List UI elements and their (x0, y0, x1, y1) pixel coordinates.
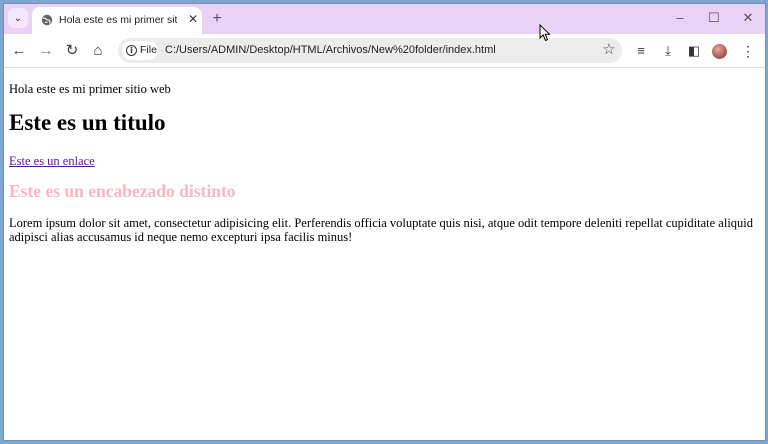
profile-avatar[interactable] (712, 44, 727, 59)
info-icon: i (126, 45, 137, 56)
page-heading: Este es un titulo (9, 110, 166, 135)
tab-search-chevron-icon[interactable]: ⌄ (8, 8, 28, 28)
page-content: Hola este es mi primer sitio web Este es… (4, 68, 765, 440)
back-button[interactable]: ← (10, 42, 28, 60)
media-controls-icon[interactable]: ≡ (632, 42, 650, 60)
browser-window: ⌄ Hola este es mi primer sitio web ✕ + –… (4, 4, 765, 440)
site-chip-label: File (140, 44, 157, 56)
maximize-button[interactable]: ☐ (706, 10, 722, 26)
pink-heading: Este es un encabezado distinto (9, 181, 236, 201)
reload-button[interactable]: ↻ (63, 42, 81, 60)
bookmark-star-icon[interactable]: ☆ (600, 41, 618, 59)
content-link[interactable]: Este es un enlace (9, 154, 95, 169)
close-window-button[interactable]: ✕ (740, 10, 756, 26)
new-tab-button[interactable]: + (209, 11, 225, 27)
menu-dots-icon[interactable]: ⋮ (739, 42, 757, 60)
mouse-cursor-icon (539, 24, 551, 42)
tab-active[interactable]: Hola este es mi primer sitio web ✕ (32, 7, 202, 34)
tab-strip: ⌄ Hola este es mi primer sitio web ✕ + –… (4, 4, 765, 34)
globe-icon (41, 14, 53, 26)
side-panel-icon[interactable]: ◧ (685, 42, 703, 60)
intro-text: Hola este es mi primer sitio web (9, 82, 171, 96)
tab-close-icon[interactable]: ✕ (187, 13, 199, 25)
download-icon[interactable]: ⤓ (659, 42, 677, 60)
forward-button[interactable]: → (37, 42, 55, 60)
site-info-chip[interactable]: i File (122, 41, 158, 60)
home-button[interactable]: ⌂ (89, 42, 107, 60)
minimize-button[interactable]: – (672, 10, 688, 26)
lorem-paragraph: Lorem ipsum dolor sit amet, consectetur … (9, 216, 754, 244)
tab-title: Hola este es mi primer sitio web (59, 14, 177, 26)
browser-toolbar: ← → ↻ ⌂ i File C:/Users/ADMIN/Desktop/HT… (4, 34, 765, 68)
url-text[interactable]: C:/Users/ADMIN/Desktop/HTML/Archivos/New… (165, 44, 496, 56)
